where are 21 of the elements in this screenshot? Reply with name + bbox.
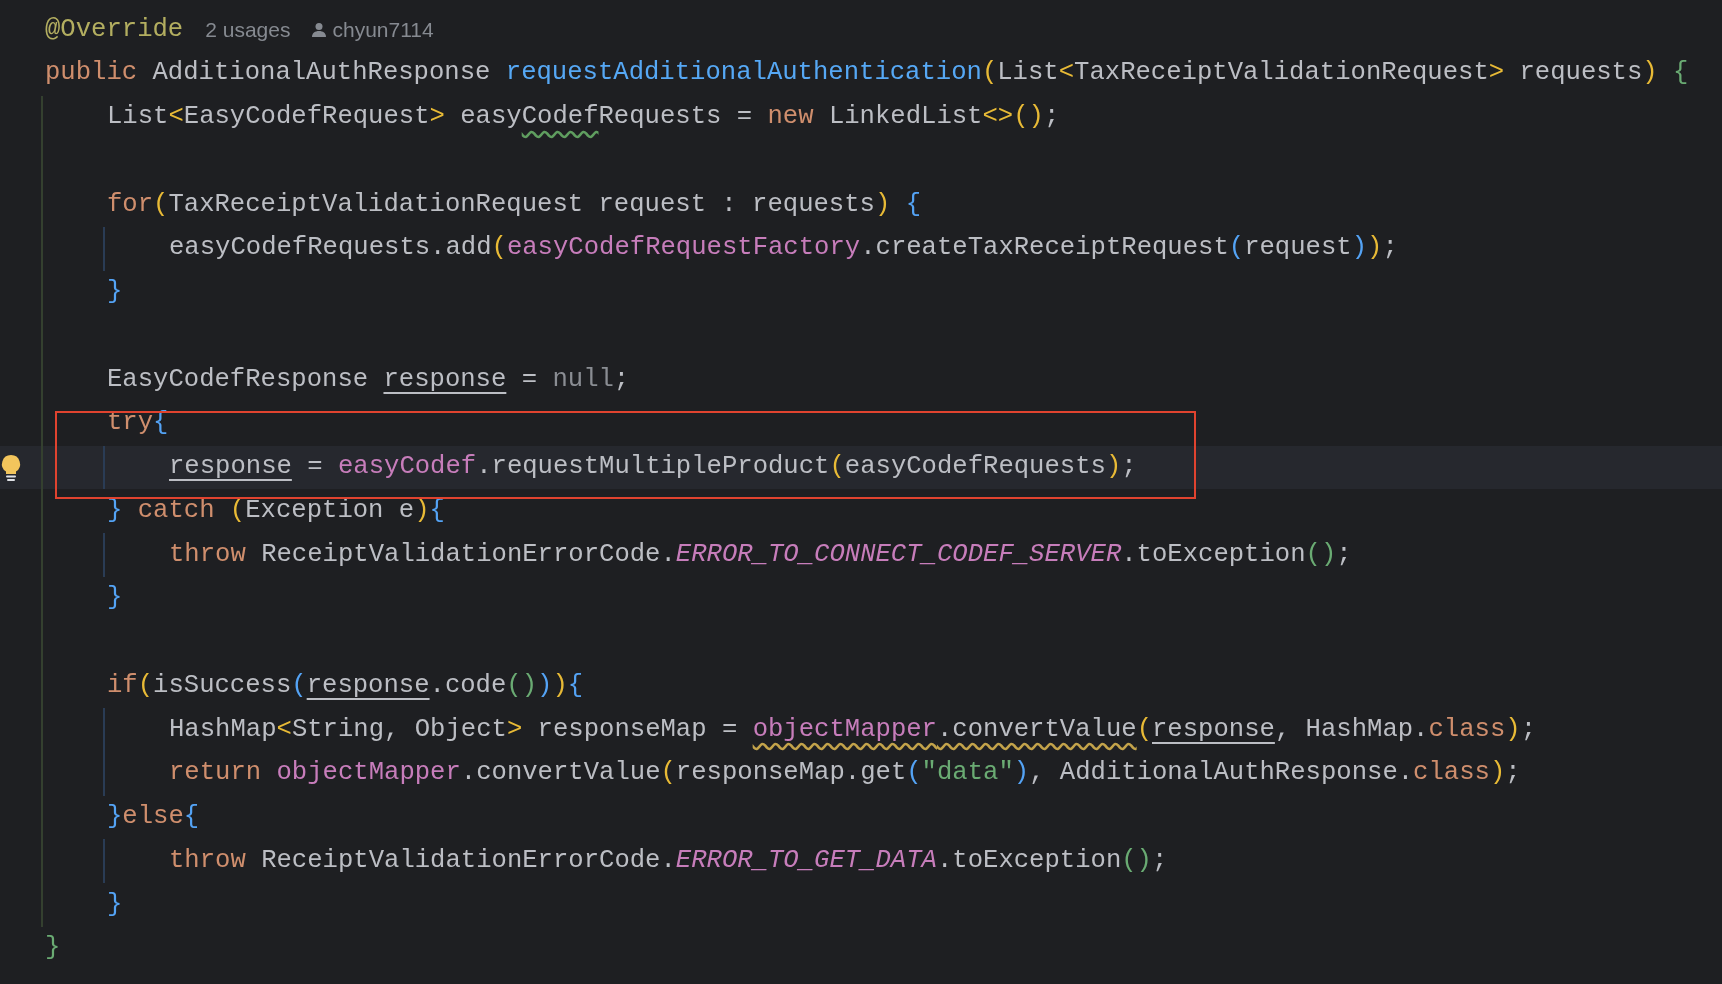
code-line: public AdditionalAuthResponse requestAdditionalAuthentication(List<TaxReceiptValidationRequest> requests) { [45, 57, 1689, 90]
code-line: for(TaxReceiptValidationRequest request : requests) { [107, 188, 922, 221]
code-line: HashMap<String, Object> responseMap = objectMapper.convertValue(response, HashMap.class); [169, 713, 1536, 746]
code-line: List<EasyCodefRequest> easyCodefRequests = new LinkedList<>(); [107, 101, 1060, 134]
code-line: }else{ [107, 801, 200, 834]
code-line: @Override [45, 13, 184, 46]
code-line: easyCodefRequests.add(easyCodefRequestFactory.createTaxReceiptRequest(request)); [169, 232, 1398, 265]
code-line: response = easyCodef.requestMultipleProduct(easyCodefRequests); [169, 451, 1137, 484]
author-hint[interactable]: chyun7114 [332, 14, 434, 46]
code-line: } [107, 888, 123, 921]
person-icon [312, 21, 327, 38]
code-line: } [107, 276, 123, 309]
code-line: throw ReceiptValidationErrorCode.ERROR_TO_CONNECT_CODEF_SERVER.toException(); [169, 538, 1352, 571]
code-line: if(isSuccess(response.code())){ [107, 669, 584, 702]
code-line: } [45, 932, 61, 965]
code-line: return objectMapper.convertValue(responseMap.get("data"), AdditionalAuthResponse.class); [169, 757, 1521, 790]
usages-hint[interactable]: 2 usages [205, 14, 291, 46]
code-line: throw ReceiptValidationErrorCode.ERROR_TO_GET_DATA.toException(); [169, 844, 1168, 877]
lightbulb-icon[interactable] [0, 453, 22, 482]
code-line: EasyCodefResponse response = null; [107, 363, 630, 396]
code-line: } [107, 582, 123, 615]
